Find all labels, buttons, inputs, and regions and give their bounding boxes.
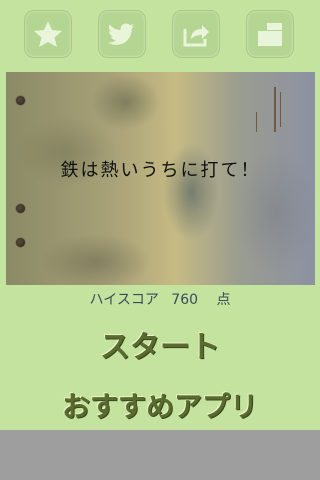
- rust-streak: [256, 112, 257, 132]
- recommended-apps-button[interactable]: おすすめアプリ: [0, 385, 320, 425]
- high-score: ハイスコア 760 点: [0, 289, 320, 309]
- share-button[interactable]: [172, 10, 220, 58]
- star-icon: [34, 21, 62, 47]
- twitter-bird-icon: [108, 23, 134, 45]
- ad-banner-area: [0, 430, 320, 480]
- start-button[interactable]: スタート: [0, 322, 320, 366]
- toolbar: [0, 10, 320, 60]
- window-icon: [258, 23, 282, 46]
- rust-streak: [280, 92, 281, 127]
- high-score-value: 760: [171, 292, 199, 308]
- twitter-button[interactable]: [98, 10, 146, 58]
- bolt-icon: [16, 238, 25, 247]
- share-arrow-icon: [183, 25, 209, 47]
- window-button[interactable]: [246, 10, 294, 58]
- iron-board-image: 鉄は熱いうちに打て！: [6, 72, 315, 285]
- proverb-text: 鉄は熱いうちに打て！: [60, 160, 261, 181]
- bolt-icon: [16, 204, 25, 213]
- bolt-icon: [16, 96, 25, 105]
- rust-streak: [274, 87, 276, 132]
- high-score-unit: 点: [216, 292, 231, 308]
- high-score-label: ハイスコア: [89, 292, 159, 308]
- favorite-button[interactable]: [24, 10, 72, 58]
